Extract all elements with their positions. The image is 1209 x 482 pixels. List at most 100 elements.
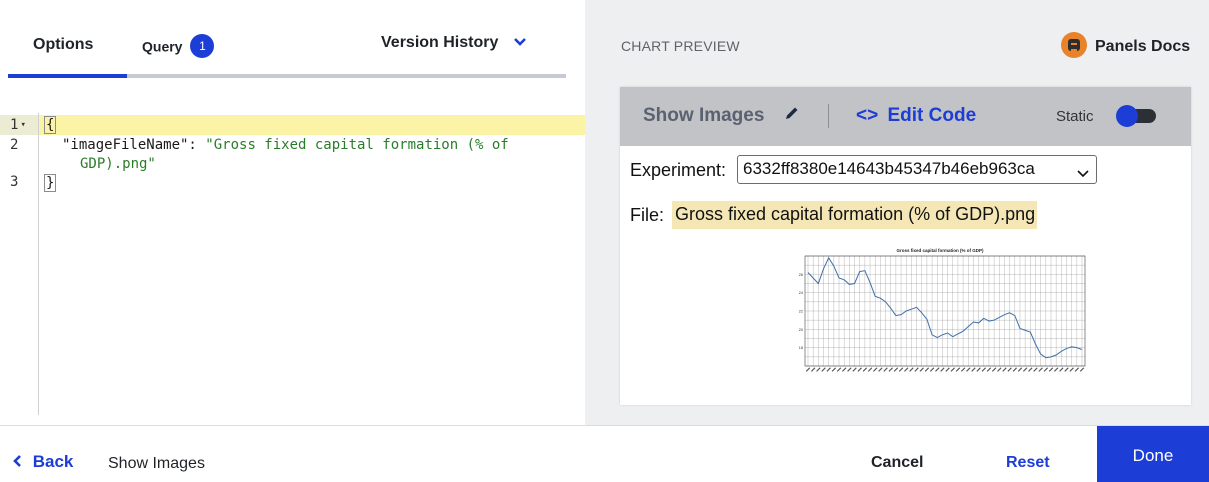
chart-x-tick-label (966, 367, 971, 372)
chart-x-tick-label (976, 367, 981, 372)
back-button[interactable]: Back (12, 452, 73, 472)
tab-query[interactable]: Query 1 (142, 34, 215, 60)
active-line-highlight (0, 115, 585, 135)
chart-x-tick-label (898, 367, 904, 372)
chart-x-tick-label (810, 367, 816, 372)
chart-x-tick-label (816, 367, 821, 372)
chart-x-tick-label (831, 367, 837, 372)
chart-x-tick-label (914, 367, 919, 372)
chart-x-tick-label (950, 367, 955, 372)
chart-y-tick-label: 20 (799, 328, 803, 332)
line-number: 3 (10, 174, 19, 190)
docs-icon (1061, 32, 1087, 58)
panels-docs-label: Panels Docs (1095, 38, 1191, 56)
chart-title: Gross fixed capital formation (% of GDP) (896, 248, 984, 253)
chart-x-tick-label (1028, 367, 1033, 372)
chart-x-tick-label (1012, 367, 1017, 372)
left-pane: Options Query 1 Version History 1 ▾ 2 3 { … (0, 0, 585, 425)
chart-y-tick-label: 18 (799, 346, 803, 350)
code-line: { (44, 116, 57, 134)
chart-image: Gross fixed capital formation (% of GDP)… (799, 248, 1086, 372)
chart-x-tick-label (826, 367, 831, 372)
chart-y-tick-label: 26 (799, 273, 803, 277)
chart-x-tick-label (1064, 367, 1069, 372)
chart-x-tick-label (857, 367, 862, 372)
back-label: Back (32, 452, 74, 471)
chart-preview-heading: CHART PREVIEW (621, 38, 740, 54)
chart-x-tick-label (1022, 367, 1028, 372)
chart-x-tick-label (1079, 367, 1085, 372)
show-images-title[interactable]: Show Images (643, 105, 800, 127)
fold-arrow-icon[interactable]: ▾ (20, 120, 25, 130)
line-number: 1 ▾ (10, 117, 26, 133)
chart-x-tick-label (893, 367, 899, 372)
edit-code-button[interactable]: <> Edit Code (856, 105, 976, 127)
chevron-left-icon (12, 452, 27, 471)
cancel-button[interactable]: Cancel (871, 454, 923, 472)
chart-x-tick-label (1074, 367, 1080, 372)
static-label: Static (1056, 108, 1094, 125)
chart-x-tick-label (878, 367, 883, 372)
experiment-select[interactable]: 6332ff8380e14643b45347b46eb963ca (737, 155, 1097, 184)
matched-brace: { (44, 116, 57, 134)
chart-x-tick-label (852, 367, 857, 372)
chart-x-tick-label (940, 367, 945, 372)
preview-toolbar: Show Images <> Edit Code Static (620, 87, 1191, 146)
tab-query-label: Query (142, 38, 183, 55)
chart-x-tick-label (971, 367, 976, 372)
chart-x-tick-label (873, 367, 878, 372)
code-line: "imageFileName": "Gross fixed capital fo… (62, 137, 509, 153)
matched-brace: } (44, 174, 57, 192)
chart-x-tick-label (1048, 367, 1054, 372)
pencil-icon[interactable] (784, 105, 800, 127)
done-button[interactable]: Done (1097, 426, 1209, 482)
chart-x-tick-label (997, 367, 1002, 372)
file-name-value: Gross fixed capital formation (% of GDP)… (672, 201, 1038, 229)
gutter-divider (38, 113, 39, 415)
breadcrumb: Show Images (108, 455, 205, 472)
chart-x-tick-label (929, 367, 935, 372)
chart-x-tick-label (1053, 367, 1059, 372)
toolbar-divider (828, 104, 829, 128)
chart-x-tick-label (841, 367, 847, 372)
chart-x-tick-label (805, 367, 811, 372)
version-history-label: Version History (381, 34, 499, 52)
code-line: } (44, 174, 57, 192)
edit-code-label: Edit Code (887, 105, 977, 126)
chart-x-tick-label (1002, 367, 1007, 372)
chart-x-tick-label (1069, 367, 1074, 372)
chart-x-tick-label (1017, 367, 1023, 372)
file-label: File: (630, 205, 665, 225)
code-editor[interactable]: 1 ▾ 2 3 { "imageFileName": "Gross fixed c… (0, 113, 585, 415)
chart-x-tick-label (821, 367, 826, 372)
chart-x-tick-label (960, 367, 966, 372)
chart-x-tick-label (1007, 367, 1012, 372)
json-key: "imageFileName": (62, 137, 206, 153)
panels-docs-link[interactable]: Panels Docs (1061, 32, 1191, 60)
chart-series-line (807, 256, 1083, 359)
chart-x-tick-label (919, 367, 924, 372)
reset-button[interactable]: Reset (1006, 454, 1050, 472)
tab-options[interactable]: Options (33, 36, 93, 54)
chart-x-tick-label (1043, 367, 1049, 372)
chart-x-tick-label (945, 367, 950, 372)
chart-x-tick-label (904, 367, 909, 372)
chart-grid (805, 255, 1085, 367)
chart-x-tick-label (888, 367, 893, 372)
chart-x-tick-label (883, 367, 888, 372)
footer-bar: Back Show Images Cancel Reset Done (0, 425, 1209, 482)
query-count-badge: 1 (190, 34, 215, 58)
chart-x-tick-label (935, 367, 940, 372)
right-pane: CHART PREVIEW Panels Docs Show Images <>… (585, 0, 1209, 425)
chart-x-tick-label (909, 367, 914, 372)
chart-y-tick-label: 24 (799, 291, 803, 295)
chart-x-tick-label (836, 367, 842, 372)
code-icon: <> (856, 105, 879, 126)
chart-x-tick-label (981, 367, 986, 372)
chart-y-ticks: 18 20 22 24 26 (799, 273, 803, 350)
static-toggle[interactable] (1116, 105, 1156, 127)
experiment-select-value: 6332ff8380e14643b45347b46eb963ca (743, 159, 1035, 178)
chart-x-tick-label (867, 367, 873, 372)
version-history-dropdown[interactable]: Version History (381, 34, 527, 52)
chart-y-tick-label: 22 (799, 310, 803, 314)
